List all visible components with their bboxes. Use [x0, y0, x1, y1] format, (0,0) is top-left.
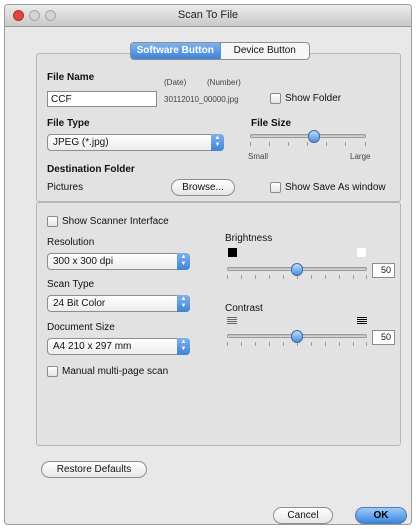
- select-arrows-icon: ▲ ▼: [177, 338, 190, 355]
- brightness-label: Brightness: [225, 233, 273, 244]
- scan-type-label: Scan Type: [47, 279, 95, 290]
- show-folder-checkbox[interactable]: [270, 93, 281, 104]
- window-title: Scan To File: [177, 9, 239, 21]
- brightness-slider-thumb[interactable]: [291, 263, 303, 276]
- show-scanner-interface-label: Show Scanner Interface: [62, 216, 169, 227]
- cancel-button[interactable]: Cancel: [273, 507, 333, 524]
- light-square-icon: [357, 248, 366, 257]
- contrast-slider-thumb[interactable]: [291, 330, 303, 343]
- resolution-select[interactable]: 300 x 300 dpi ▲ ▼: [47, 253, 190, 270]
- ok-button[interactable]: OK: [355, 507, 407, 524]
- scan-type-value: 24 Bit Color: [53, 298, 106, 309]
- number-header: (Number): [207, 78, 241, 87]
- restore-defaults-button[interactable]: Restore Defaults: [41, 461, 147, 478]
- file-type-select[interactable]: JPEG (*.jpg) ▲ ▼: [47, 134, 224, 151]
- contrast-label: Contrast: [225, 303, 263, 314]
- manual-multipage-label: Manual multi-page scan: [62, 366, 169, 377]
- document-size-select[interactable]: A4 210 x 297 mm ▲ ▼: [47, 338, 190, 355]
- show-scanner-interface-checkbox[interactable]: [47, 216, 58, 227]
- file-size-slider-thumb[interactable]: [307, 130, 320, 143]
- file-settings-panel: File Name (Date) (Number) CCF 30112010_0…: [36, 53, 401, 202]
- destination-folder-value: Pictures: [47, 182, 84, 193]
- select-arrows-icon: ▲ ▼: [211, 134, 224, 151]
- file-name-input[interactable]: CCF: [47, 91, 157, 107]
- manual-multipage-checkbox[interactable]: [47, 366, 58, 377]
- dark-square-icon: [228, 248, 237, 257]
- scanner-settings-panel: Show Scanner Interface Resolution 300 x …: [36, 202, 401, 446]
- destination-folder-label: Destination Folder: [47, 164, 135, 175]
- show-folder-label: Show Folder: [285, 93, 342, 104]
- select-arrows-icon: ▲ ▼: [177, 295, 190, 312]
- document-size-label: Document Size: [47, 322, 115, 333]
- low-contrast-icon: [227, 317, 237, 326]
- file-size-ticks: [250, 142, 366, 146]
- file-size-small-label: Small: [248, 152, 269, 161]
- show-save-as-label: Show Save As window: [285, 182, 386, 193]
- button-mode-tabs: Software Button Device Button: [130, 42, 310, 60]
- browse-button[interactable]: Browse...: [171, 179, 235, 196]
- title-bar[interactable]: Scan To File: [5, 5, 411, 27]
- file-name-label: File Name: [47, 72, 95, 83]
- high-contrast-icon: [357, 317, 367, 326]
- resolution-label: Resolution: [47, 237, 95, 248]
- file-size-label: File Size: [251, 118, 292, 129]
- show-save-as-checkbox[interactable]: [270, 182, 281, 193]
- tab-device-button[interactable]: Device Button: [221, 43, 310, 59]
- scan-type-select[interactable]: 24 Bit Color ▲ ▼: [47, 295, 190, 312]
- document-size-value: A4 210 x 297 mm: [53, 341, 132, 352]
- file-name-preview: 30112010_00000.jpg: [164, 95, 239, 104]
- date-header: (Date): [164, 78, 187, 87]
- brightness-value-field[interactable]: 50: [372, 263, 395, 278]
- file-size-large-label: Large: [350, 152, 371, 161]
- tab-software-button[interactable]: Software Button: [131, 43, 221, 59]
- select-arrows-icon: ▲ ▼: [177, 253, 190, 270]
- file-type-label: File Type: [47, 118, 90, 129]
- resolution-value: 300 x 300 dpi: [53, 256, 114, 267]
- scan-to-file-window: Scan To File File Name (Date) (Number) C…: [4, 4, 412, 525]
- contrast-value-field[interactable]: 50: [372, 330, 395, 345]
- file-type-value: JPEG (*.jpg): [53, 137, 109, 148]
